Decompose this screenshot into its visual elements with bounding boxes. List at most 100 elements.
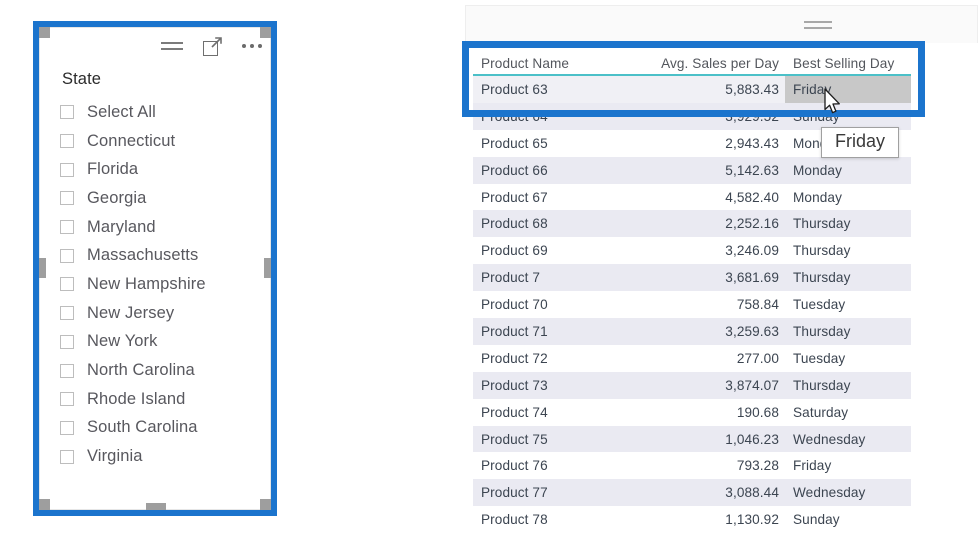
table-row[interactable]: Product 69 3,246.09 Thursday [473,237,911,264]
cell-product-name[interactable]: Product 67 [473,184,636,211]
resize-handle-bottom[interactable] [146,503,166,510]
checkbox-icon[interactable] [60,363,74,378]
checkbox-icon[interactable] [60,449,74,464]
table-row[interactable]: Product 77 3,088.44 Wednesday [473,479,911,507]
cell-avg-sales[interactable]: 3,246.09 [636,237,785,264]
checkbox-icon[interactable] [60,248,74,263]
resize-handle-top-right[interactable] [260,27,271,38]
cell-best-selling-day[interactable]: Monday [785,184,911,211]
filter-lines-icon[interactable] [804,21,832,30]
cell-product-name[interactable]: Product 74 [473,399,636,426]
resize-handle-left[interactable] [39,258,46,278]
cell-best-selling-day[interactable]: Thursday [785,264,911,291]
cell-avg-sales[interactable]: 5,142.63 [636,157,785,184]
checkbox-icon[interactable] [60,334,74,349]
cell-best-selling-day[interactable]: Monday [785,157,911,184]
slicer-item[interactable]: Georgia [60,184,256,213]
checkbox-icon[interactable] [60,191,74,206]
cell-product-name[interactable]: Product 72 [473,345,636,372]
cell-product-name[interactable]: Product 70 [473,291,636,318]
cell-avg-sales[interactable]: 3,929.52 [636,103,785,130]
column-header-best-selling-day[interactable]: Best Selling Day [785,56,911,71]
slicer-item[interactable]: Maryland [60,213,256,242]
table-row[interactable]: Product 74 190.68 Saturday [473,399,911,426]
resize-handle-top-left[interactable] [39,27,50,38]
cell-avg-sales[interactable]: 3,874.07 [636,372,785,399]
table-row[interactable]: Product 75 1,046.23 Wednesday [473,425,911,453]
slicer-item[interactable]: New Jersey [60,299,256,328]
cell-avg-sales[interactable]: 3,259.63 [636,318,785,345]
state-slicer-visual[interactable]: State Select All Connecticut Florida Georgi… [39,27,271,510]
cell-product-name[interactable]: Product 63 [473,76,636,103]
product-table-visual[interactable]: Product Name Avg. Sales per Day Best Sel… [465,5,978,538]
cell-product-name[interactable]: Product 71 [473,318,636,345]
cell-avg-sales[interactable]: 4,582.40 [636,184,785,211]
slicer-item[interactable]: Rhode Island [60,385,256,414]
cell-best-selling-day[interactable]: Saturday [785,399,911,426]
checkbox-icon[interactable] [60,392,74,407]
checkbox-icon[interactable] [60,420,74,435]
checkbox-icon[interactable] [60,162,74,177]
table-row[interactable]: Product 78 1,130.92 Sunday [473,506,911,533]
cell-avg-sales[interactable]: 1,130.92 [636,506,785,533]
cell-best-selling-day[interactable]: Friday [785,76,911,103]
table-row[interactable]: Product 73 3,874.07 Thursday [473,371,911,399]
column-header-avg-sales[interactable]: Avg. Sales per Day [636,56,785,71]
cell-avg-sales[interactable]: 758.84 [636,291,785,318]
cell-best-selling-day[interactable]: Thursday [785,210,911,237]
focus-mode-icon[interactable] [200,34,224,58]
slicer-item[interactable]: Massachusetts [60,241,256,270]
table-row[interactable]: Product 67 4,582.40 Monday [473,184,911,211]
table-row[interactable]: Product 76 793.28 Friday [473,452,911,479]
cell-product-name[interactable]: Product 66 [473,157,636,184]
checkbox-icon[interactable] [60,220,74,235]
table-row[interactable]: Product 66 5,142.63 Monday [473,156,911,184]
cell-product-name[interactable]: Product 75 [473,426,636,453]
cell-avg-sales[interactable]: 3,681.69 [636,264,785,291]
cell-product-name[interactable]: Product 76 [473,452,636,479]
checkbox-icon[interactable] [60,134,74,149]
cell-product-name[interactable]: Product 69 [473,237,636,264]
table-row[interactable]: Product 68 2,252.16 Thursday [473,210,911,238]
cell-avg-sales[interactable]: 2,943.43 [636,130,785,157]
filter-lines-icon[interactable] [160,34,184,58]
cell-avg-sales[interactable]: 793.28 [636,452,785,479]
cell-best-selling-day[interactable]: Thursday [785,318,911,345]
table-row[interactable]: Product 64 3,929.52 Sunday [473,102,911,130]
slicer-item[interactable]: Virginia [60,442,256,471]
cell-product-name[interactable]: Product 7 [473,264,636,291]
slicer-item[interactable]: Select All [60,98,256,127]
cell-best-selling-day[interactable]: Wednesday [785,479,911,506]
cell-product-name[interactable]: Product 64 [473,103,636,130]
slicer-item[interactable]: New York [60,328,256,357]
cell-avg-sales[interactable]: 3,088.44 [636,479,785,506]
cell-best-selling-day[interactable]: Friday [785,452,911,479]
cell-best-selling-day[interactable]: Sunday [785,506,911,533]
resize-handle-right[interactable] [264,258,271,278]
table-row[interactable]: Product 72 277.00 Tuesday [473,345,911,372]
slicer-item[interactable]: North Carolina [60,356,256,385]
checkbox-icon[interactable] [60,277,74,292]
cell-best-selling-day[interactable]: Sunday [785,103,911,130]
column-header-product-name[interactable]: Product Name [473,56,636,71]
resize-handle-bottom-left[interactable] [39,499,50,510]
cell-avg-sales[interactable]: 190.68 [636,399,785,426]
table-row[interactable]: Product 63 5,883.43 Friday [473,76,911,103]
slicer-item[interactable]: South Carolina [60,414,256,443]
cell-best-selling-day[interactable]: Thursday [785,372,911,399]
cell-best-selling-day[interactable]: Tuesday [785,291,911,318]
cell-product-name[interactable]: Product 77 [473,479,636,506]
cell-best-selling-day[interactable]: Tuesday [785,345,911,372]
table-row[interactable]: Product 7 3,681.69 Thursday [473,264,911,292]
cell-product-name[interactable]: Product 65 [473,130,636,157]
cell-product-name[interactable]: Product 68 [473,210,636,237]
cell-product-name[interactable]: Product 78 [473,506,636,533]
cell-avg-sales[interactable]: 5,883.43 [636,76,785,103]
cell-avg-sales[interactable]: 1,046.23 [636,426,785,453]
slicer-item[interactable]: Florida [60,155,256,184]
cell-best-selling-day[interactable]: Wednesday [785,426,911,453]
checkbox-icon[interactable] [60,105,74,120]
table-row[interactable]: Product 70 758.84 Tuesday [473,291,911,318]
slicer-item[interactable]: New Hampshire [60,270,256,299]
cell-best-selling-day[interactable]: Thursday [785,237,911,264]
